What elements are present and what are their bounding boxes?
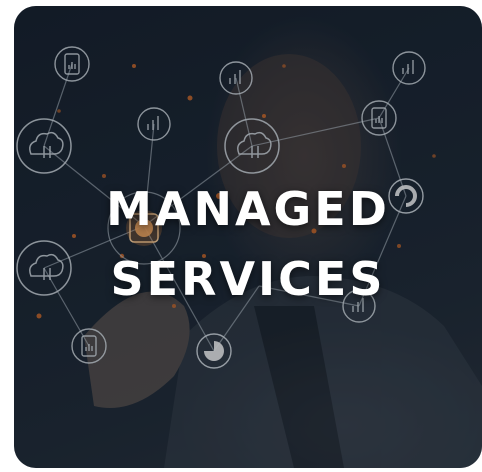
card-title-line-1: MANAGED bbox=[106, 182, 390, 236]
card-title-line-2: SERVICES bbox=[110, 252, 386, 306]
card-title: MANAGED SERVICES bbox=[14, 174, 482, 314]
managed-services-card[interactable]: MANAGED SERVICES bbox=[14, 6, 482, 468]
